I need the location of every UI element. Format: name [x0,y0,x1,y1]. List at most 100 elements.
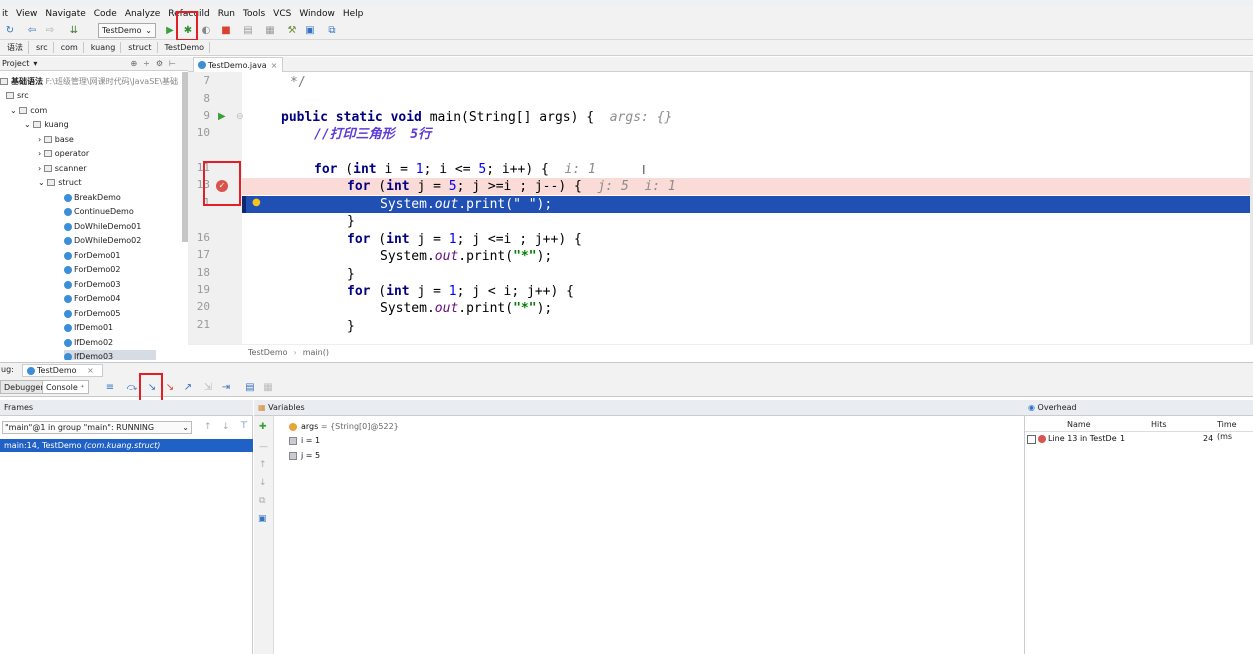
add-watch-icon[interactable]: ✚ [259,422,267,432]
tree-item-class[interactable]: DoWhileDemo02 [64,234,141,248]
tree-item-class[interactable]: IfDemo03 [64,350,156,360]
breadcrumb-testdemo[interactable]: TestDemo [160,42,211,53]
thread-select[interactable]: "main"@1 in group "main": RUNNING ⌄ [2,421,192,434]
trace-icon[interactable]: ▦ [262,381,274,393]
copy-icon[interactable]: ⧉ [259,496,265,506]
watches-icon[interactable]: ▣ [258,514,267,524]
step-over-icon[interactable]: ⤼ [126,381,138,393]
variable-row[interactable]: i = 1 [289,434,320,448]
menu-navigate[interactable]: Navigate [45,9,85,19]
code-line-15: } [347,214,355,229]
lightbulb-icon[interactable]: ● [252,197,261,208]
close-icon[interactable]: × [271,61,278,70]
line-number: 7 [203,74,210,87]
package-icon [43,165,52,172]
tree-item-struct[interactable]: ⌄ struct [38,176,81,190]
menu-window[interactable]: Window [299,9,335,19]
layout-icon[interactable]: ▦ [264,24,276,36]
up-arrow-icon[interactable]: ↑ [204,422,212,432]
tree-item-scanner[interactable]: › scanner [38,162,87,176]
tree-item-class[interactable]: ForDemo04 [64,292,120,306]
menu-file[interactable]: it [2,9,8,19]
tab-debugger[interactable]: Debugger [0,380,48,394]
line-number: 20 [196,300,210,313]
editor-crumb-class[interactable]: TestDemo [248,348,288,357]
module-icon [0,78,8,85]
tree-item-class[interactable]: ForDemo02 [64,263,120,277]
run-icon[interactable]: ▶ [164,24,176,36]
editor-crumb-method[interactable]: main() [303,348,329,357]
editor-tab-testdemo[interactable]: TestDemo.java × [193,57,283,72]
force-step-into-icon[interactable]: ↘ [164,381,176,393]
tree-item-class[interactable]: ContinueDemo [64,205,134,219]
evaluate-icon[interactable]: ▤ [244,381,256,393]
breadcrumb: 语法 src com kuang struct TestDemo [0,40,1253,56]
highlight-breakpoint [203,161,241,206]
variable-row[interactable]: j = 5 [289,449,320,463]
tree-root[interactable]: 基础语法 F:\班级管理\网课时代码\JavaSE\基础 [0,75,178,89]
class-icon [64,222,72,231]
code-line-18: } [347,267,355,282]
wrench-icon[interactable]: ⚒ [286,24,298,36]
sync-icon[interactable]: ↻ [4,24,16,36]
run-config-select[interactable]: TestDemo ⌄ [98,23,156,38]
remove-watch-icon[interactable]: — [259,442,268,452]
tree-item-class[interactable]: BreakDemo [64,191,121,205]
variable-row[interactable]: args = {String[0]@522} [289,420,399,434]
tree-item-base[interactable]: › base [38,133,74,147]
close-icon[interactable]: × [87,366,94,375]
overhead-col-hits[interactable]: Hits [1151,419,1167,431]
menu-view[interactable]: View [16,9,37,19]
fold-icon[interactable]: ⊖ [236,112,244,122]
tree-item-class[interactable]: DoWhileDemo01 [64,220,141,234]
build-icon[interactable]: ⇊ [68,24,80,36]
filter-icon[interactable]: ⊤ [240,421,248,431]
run-gutter-icon[interactable]: ▶ [218,111,226,122]
down-arrow-icon[interactable]: ↓ [222,422,230,432]
structure-icon[interactable]: ▤ [242,24,254,36]
back-icon[interactable]: ⇦ [26,24,38,36]
debug-session-tab[interactable]: TestDemo × [22,364,103,377]
menu-analyze[interactable]: Analyze [125,9,160,19]
tree-item-operator[interactable]: › operator [38,147,89,161]
tree-item-kuang[interactable]: ⌄ kuang [24,118,69,132]
project-view-select[interactable]: Project [2,59,29,68]
show-execution-point-icon[interactable]: ≡ [104,381,116,393]
tree-item-class[interactable]: IfDemo02 [64,336,113,350]
step-out-icon[interactable]: ↗ [182,381,194,393]
forward-icon[interactable]: ⇨ [44,24,56,36]
class-icon [64,294,72,303]
down-arrow-icon[interactable]: ↓ [259,478,267,488]
overhead-col-time[interactable]: Time (ms [1217,419,1253,441]
menu-vcs[interactable]: VCS [273,9,291,19]
coverage-icon[interactable]: ◐ [200,24,212,36]
menu-tools[interactable]: Tools [243,9,265,19]
breadcrumb-com[interactable]: com [56,42,84,53]
tree-item-class[interactable]: IfDemo01 [64,321,113,335]
project-structure-icon[interactable]: ▣ [304,24,316,36]
menu-run[interactable]: Run [218,9,235,19]
tree-item-class[interactable]: ForDemo05 [64,307,120,321]
tree-item-com[interactable]: ⌄ com [10,104,47,118]
tree-item-class[interactable]: ForDemo03 [64,278,120,292]
breadcrumb-kuang[interactable]: kuang [86,42,122,53]
breadcrumb-struct[interactable]: struct [123,42,158,53]
breadcrumb-root[interactable]: 语法 [2,41,29,54]
frame-row[interactable]: main:14, TestDemo (com.kuang.struct) [0,439,253,452]
menu-code[interactable]: Code [94,9,117,19]
run-to-cursor-icon[interactable]: ⇥ [220,381,232,393]
overhead-col-name[interactable]: Name [1067,419,1091,431]
panel-tools-icon[interactable]: ⊕÷⚙⊢ [130,59,182,68]
menu-help[interactable]: Help [343,9,364,19]
up-arrow-icon[interactable]: ↑ [259,460,267,470]
breadcrumb-src[interactable]: src [31,42,54,53]
overhead-hits-cell: 1 [1120,434,1126,443]
tab-console[interactable]: Console ⁺ [42,380,89,394]
package-icon [43,136,52,143]
overhead-checkbox[interactable] [1027,435,1036,444]
stop-icon[interactable]: ■ [220,24,232,36]
drop-frame-icon[interactable]: ⇲ [202,381,214,393]
tree-item-class[interactable]: ForDemo01 [64,249,120,263]
tree-item-src[interactable]: src [6,89,29,103]
sdk-icon[interactable]: ⧉ [326,24,338,36]
